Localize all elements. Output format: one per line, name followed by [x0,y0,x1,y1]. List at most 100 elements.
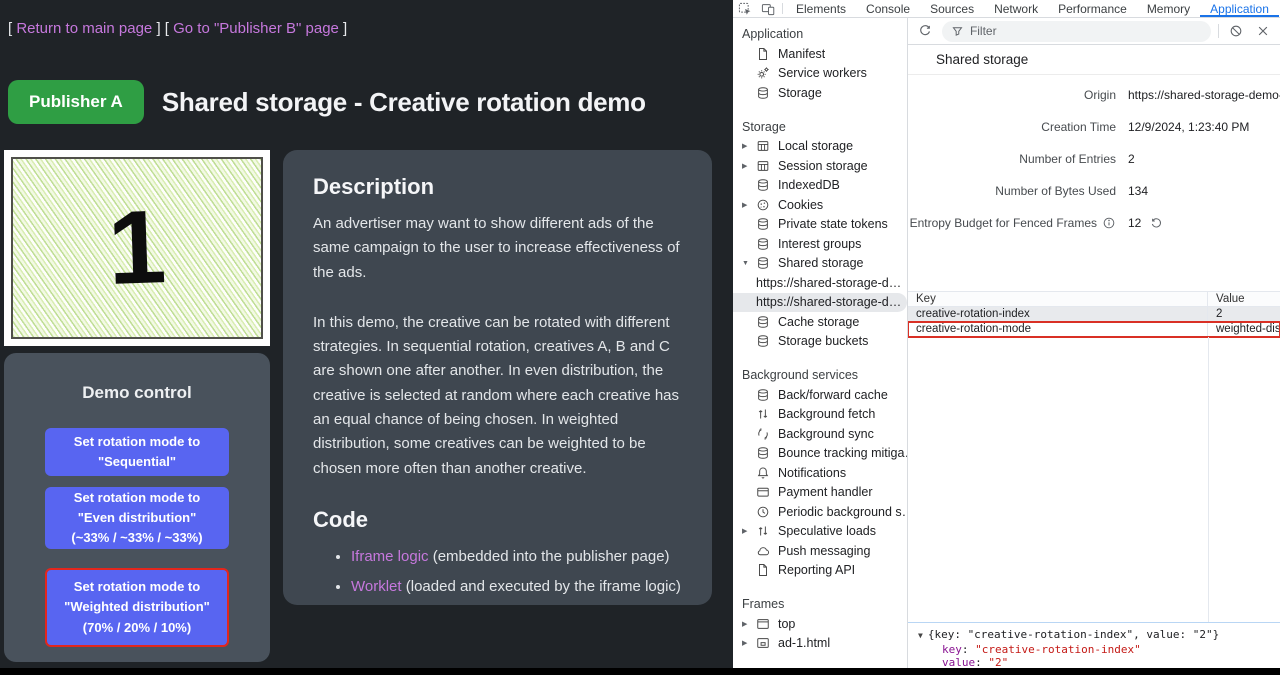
tab-sources[interactable]: Sources [920,0,984,17]
reset-budget-icon[interactable] [1150,217,1163,230]
chevron-right-icon[interactable] [742,620,756,628]
sidebar-item-local-storage[interactable]: Local storage [733,137,907,157]
divider [1218,24,1219,38]
table-row-creative-rotation-index[interactable]: creative-rotation-index 2 [908,307,1280,322]
sidebar-item-background-sync[interactable]: Background sync [733,424,907,444]
sidebar-item-shared-storage-origin-1[interactable]: https://shared-storage-d… [733,273,907,293]
sidebar-item-interest-groups[interactable]: Interest groups [733,234,907,254]
database-icon [756,334,772,348]
sidebar-item-storage-buckets[interactable]: Storage buckets [733,332,907,352]
refresh-button[interactable] [915,21,935,41]
filter-input[interactable] [970,24,1202,38]
tab-console[interactable]: Console [856,0,920,17]
payment-card-icon [756,485,772,499]
metadata-row-entries: Number of Entries 2 [908,143,1280,175]
expand-triangle-icon[interactable] [918,631,923,640]
sidebar-item-session-storage[interactable]: Session storage [733,156,907,176]
sidebar-item-cache-storage[interactable]: Cache storage [733,312,907,332]
sidebar-item-manifest[interactable]: Manifest [733,44,907,64]
delete-all-button[interactable] [1226,21,1246,41]
sidebar-item-shared-storage[interactable]: Shared storage [733,254,907,274]
key-value-table: Key Value creative-rotation-index 2 crea… [908,291,1280,337]
table-row-creative-rotation-mode[interactable]: creative-rotation-mode weighted-distribu… [908,322,1280,337]
list-item: Iframe logic (embedded into the publishe… [351,545,682,568]
gear-icon [756,66,772,80]
description-paragraph: In this demo, the creative can be rotate… [313,311,682,481]
sidebar-item-indexeddb[interactable]: IndexedDB [733,176,907,196]
tab-application[interactable]: Application [1200,0,1279,17]
database-icon [756,315,772,329]
metadata-label: Entropy Budget for Fenced Frames [910,216,1097,230]
sidebar-item-shared-storage-origin-2[interactable]: https://shared-storage-d… [733,293,907,313]
tab-network[interactable]: Network [984,0,1048,17]
sync-icon [756,427,772,441]
screenshot-root: [ Return to main page ] [ Go to "Publish… [0,0,1280,675]
page-header: Publisher A Shared storage - Creative ro… [8,80,646,124]
description-paragraph: An advertiser may want to show different… [313,212,682,285]
device-toolbar-icon[interactable] [756,0,779,17]
table-icon [756,159,772,173]
sidebar-item-private-state-tokens[interactable]: Private state tokens [733,215,907,235]
bottom-black-bar [0,668,1280,675]
panel-toolbar [908,18,1280,45]
sidebar-item-bounce-tracking[interactable]: Bounce tracking mitiga… [733,444,907,464]
sidebar-item-periodic-background-sync[interactable]: Periodic background s… [733,502,907,522]
rotation-button-sequential[interactable]: Set rotation mode to "Sequential" [45,428,229,476]
panel-title: Shared storage [908,45,1280,75]
database-icon [756,446,772,460]
chevron-right-icon[interactable] [742,639,756,647]
chevron-right-icon[interactable] [742,201,756,209]
tab-memory[interactable]: Memory [1137,0,1200,17]
preview-property: key"creative-rotation-index" [918,643,1280,657]
chevron-right-icon[interactable] [742,527,756,535]
chevron-down-icon[interactable] [742,260,756,267]
section-header-storage: Storage [733,117,907,137]
file-icon [756,563,772,577]
code-link-iframe-logic[interactable]: Iframe logic [351,548,429,565]
chevron-right-icon[interactable] [742,142,756,150]
code-link-worklet[interactable]: Worklet [351,578,402,595]
metadata-row-origin: Origin https://shared-storage-demo-co [908,79,1280,111]
table-icon [756,139,772,153]
sidebar-item-push-messaging[interactable]: Push messaging [733,541,907,561]
sidebar-item-frame-top[interactable]: top [733,614,907,634]
sidebar-item-storage[interactable]: Storage [733,83,907,103]
nav-link-return-main[interactable]: Return to main page [16,20,152,37]
rotation-button-even-distribution[interactable]: Set rotation mode to "Even distribution"… [45,487,229,549]
column-header-value: Value [1208,292,1280,306]
database-icon [756,178,772,192]
iframe-icon [756,636,772,650]
nav-link-publisher-b[interactable]: Go to "Publisher B" page [173,20,339,37]
sidebar-item-frame-ad1[interactable]: ad-1.html [733,634,907,654]
chevron-right-icon[interactable] [742,162,756,170]
code-item-text: (embedded into the publisher page) [429,548,670,565]
sidebar-item-background-fetch[interactable]: Background fetch [733,405,907,425]
sidebar-item-payment-handler[interactable]: Payment handler [733,483,907,503]
list-item: Worklet (loaded and executed by the ifra… [351,575,682,598]
sidebar-item-service-workers[interactable]: Service workers [733,64,907,84]
code-list: Iframe logic (embedded into the publishe… [313,545,682,599]
sidebar-item-back-forward-cache[interactable]: Back/forward cache [733,385,907,405]
button-line: (70% / 20% / 10%) [83,618,191,638]
sidebar-item-speculative-loads[interactable]: Speculative loads [733,522,907,542]
sidebar-item-cookies[interactable]: Cookies [733,195,907,215]
sidebar-item-reporting-api[interactable]: Reporting API [733,561,907,581]
bracket: ] [156,20,160,37]
tab-elements[interactable]: Elements [786,0,856,17]
delete-selected-button[interactable] [1253,21,1273,41]
bracket: [ [8,20,12,37]
clock-icon [756,505,772,519]
ad-creative: 1 [11,157,263,339]
metadata-value: 12 [1128,216,1141,230]
info-icon[interactable] [1102,216,1116,230]
creative-number: 1 [106,195,167,301]
divider [782,3,783,14]
rotation-button-weighted-distribution[interactable]: Set rotation mode to "Weighted distribut… [45,568,229,647]
publisher-badge: Publisher A [8,80,144,124]
sidebar-item-notifications[interactable]: Notifications [733,463,907,483]
table-empty-area [1208,337,1280,622]
tab-performance[interactable]: Performance [1048,0,1137,17]
inspect-element-icon[interactable] [733,0,756,17]
database-icon [756,86,772,100]
database-icon [756,388,772,402]
